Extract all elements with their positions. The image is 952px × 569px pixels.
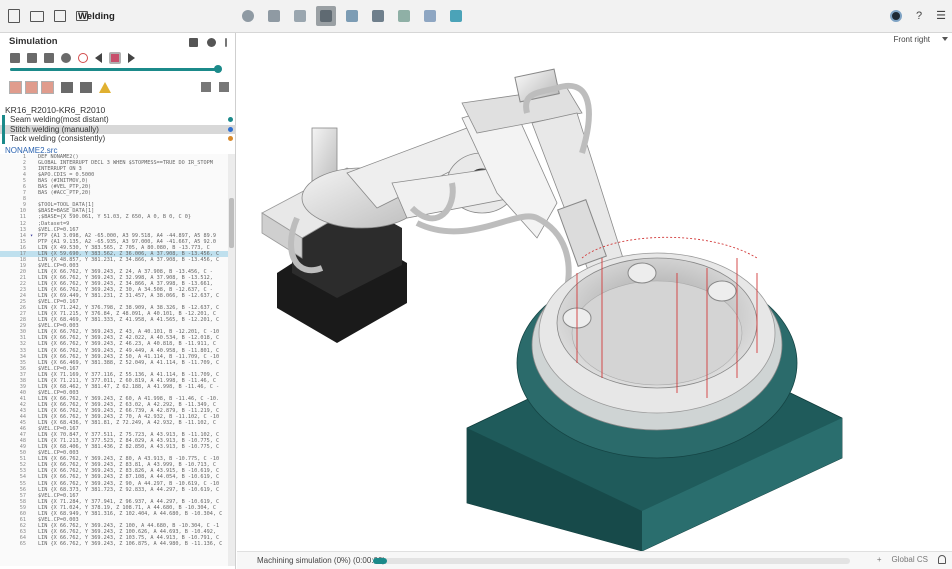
step-forward-icon[interactable] [128,53,135,63]
program-icon[interactable] [368,6,388,26]
operation-item[interactable]: Tack welding (consistently) [0,134,236,144]
robot-cell-icon[interactable] [290,6,310,26]
machining-status: Machining simulation (0%) (0:00:00) [257,556,386,565]
record-icon[interactable] [109,52,121,64]
3d-viewport[interactable]: Front right [237,33,952,551]
list-view-icon[interactable] [10,53,20,63]
material-icon[interactable] [61,82,73,93]
show-tool-icon[interactable] [25,81,38,94]
add-icon[interactable]: + [877,555,882,564]
code-text: LIN {X 66.762, Y 369.243, Z 106.875, A 4… [38,541,223,547]
step-list-icon[interactable] [27,53,37,63]
move-down-icon[interactable] [219,82,229,92]
collision-check-icon[interactable] [61,53,71,63]
robot-name: KR16_R2010-KR6_R2010 [5,105,106,115]
user-avatar[interactable] [890,9,902,22]
save-icon[interactable] [54,10,66,22]
view-selector[interactable]: Front right [894,35,930,44]
positioner-table [466,252,843,551]
display-toggles [9,81,111,94]
postprocess-icon[interactable] [420,6,440,26]
status-bar: Machining simulation (0%) (0:00:00) + Gl… [237,551,952,569]
playback-controls [10,51,135,65]
code-line[interactable]: 65 LIN {X 66.762, Y 369.243, Z 106.875, A… [0,541,228,547]
scroll-thumb[interactable] [229,198,234,248]
operation-label: Tack welding (consistently) [10,134,106,143]
stop-icon[interactable] [78,53,88,63]
more-options-icon[interactable] [225,37,227,47]
simulation-tab-icon[interactable] [316,6,336,26]
operation-label: Seam welding(most distant) [10,115,109,124]
step-back-icon[interactable] [95,53,102,63]
status-dot-icon [228,117,233,122]
status-dot-icon [228,136,233,141]
model-icon[interactable] [238,6,258,26]
panel-save-icon[interactable] [189,37,198,47]
operation-list: Seam welding(most distant) Stitch weldin… [0,115,236,144]
code-scrollbar[interactable] [228,154,235,566]
transfer-icon[interactable] [342,6,362,26]
coordinate-system[interactable]: Global CS [892,555,928,564]
settings-icon[interactable] [207,37,216,47]
sort-icon[interactable] [44,53,54,63]
show-part-icon[interactable] [41,81,54,94]
help-icon[interactable]: ? [916,10,922,22]
simulation-slider[interactable] [10,65,222,73]
menu-icon[interactable]: ☰ [936,9,946,22]
app-window: Welding ? ☰ Simulation KR16_R2010-KR6_R2… [0,0,952,569]
cube-icon[interactable] [446,6,466,26]
warning-icon[interactable] [99,82,111,93]
robot-scene [261,68,843,551]
progress-start-marker [373,558,387,564]
operation-label: Stitch welding (manually) [10,124,99,134]
slider-handle[interactable] [213,65,222,73]
open-folder-icon[interactable] [30,11,44,22]
machining-progress [373,558,850,564]
line-number: 65 [19,541,26,547]
status-dot-icon [228,126,233,132]
report-icon[interactable] [394,6,414,26]
panel-title: Simulation [9,36,58,47]
table-icon[interactable] [80,82,92,93]
show-toolpath-icon[interactable] [9,81,22,94]
operation-item[interactable]: Seam welding(most distant) [0,115,236,125]
chevron-down-icon[interactable] [942,37,948,41]
new-file-icon[interactable] [8,9,20,23]
view-tools [238,6,466,26]
top-toolbar: Welding ? ☰ [0,0,952,33]
setup-icon[interactable] [264,6,284,26]
notifications-icon[interactable] [938,555,946,564]
code-listing[interactable]: 1 DEF NONAME2() 2 GLOBAL INTERRUPT DECL 3 W… [0,154,228,566]
document-title: Welding [78,11,115,22]
move-up-icon[interactable] [201,82,211,92]
operation-item[interactable]: Stitch welding (manually) [0,124,236,134]
simulation-panel: Simulation KR16_R2010-KR6_R2010 Seam wel… [0,33,236,569]
